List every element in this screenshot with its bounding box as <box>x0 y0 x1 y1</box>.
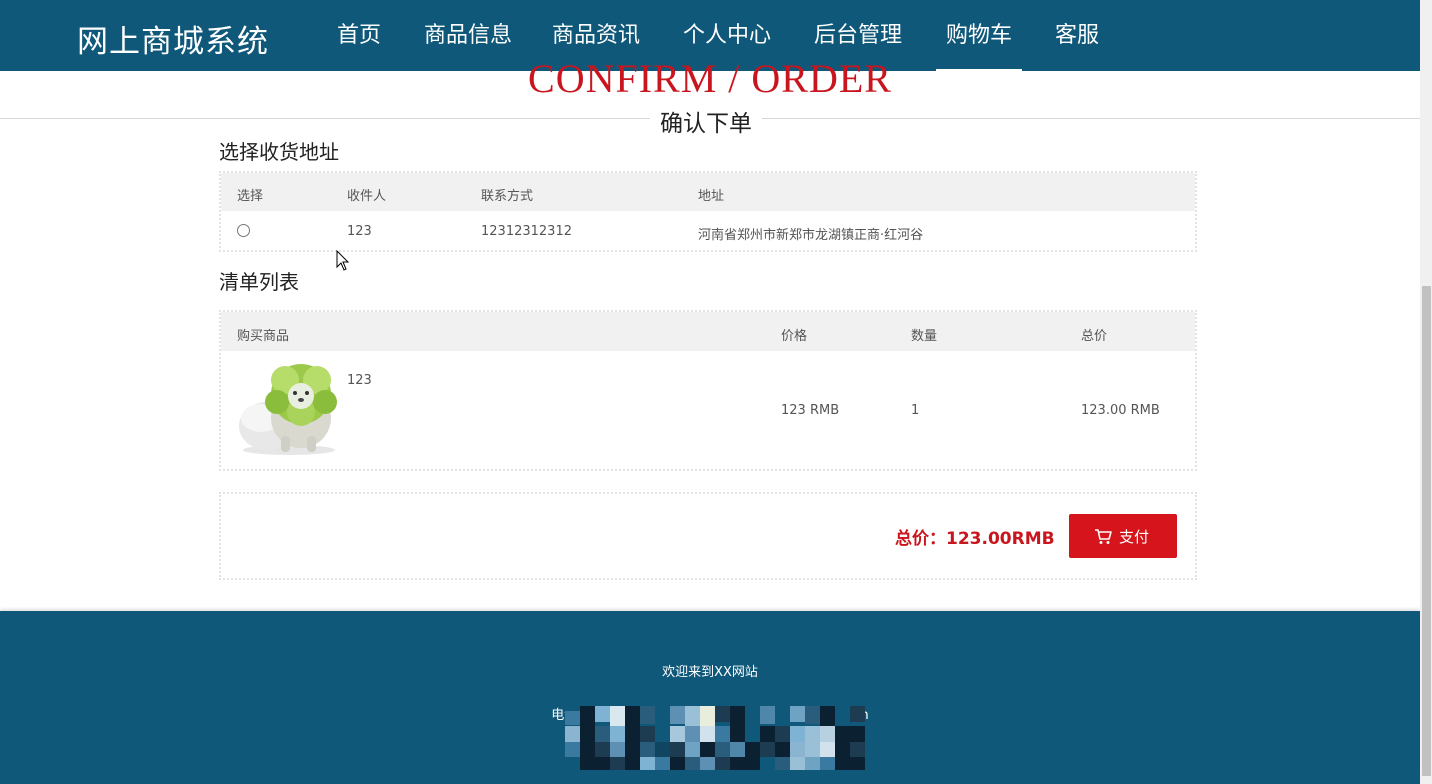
order-list-table: 购买商品 价格 数量 总价 123 123 RMB 1 123.00 RMB <box>219 310 1197 471</box>
checkout-panel: 总价：123.00RMB 支付 <box>219 492 1197 580</box>
mouse-cursor-icon <box>336 250 350 271</box>
col-phone: 联系方式 <box>481 189 534 204</box>
order-table-header: 购买商品 价格 数量 总价 <box>221 312 1195 351</box>
address-table: 选择 收件人 联系方式 地址 123 12312312312 河南省郑州市新郑市… <box>219 171 1197 252</box>
qr-code-image <box>565 706 865 770</box>
recipient-value: 123 <box>347 224 372 239</box>
order-list-section-title: 清单列表 <box>219 270 299 294</box>
cabbage-dog-image[interactable] <box>237 358 339 458</box>
page-title-cn: 确认下单 <box>650 104 762 138</box>
col-price: 价格 <box>781 329 808 344</box>
col-total: 总价 <box>1081 329 1108 344</box>
phone-value: 12312312312 <box>481 224 572 239</box>
product-name[interactable]: 123 <box>347 373 372 388</box>
col-address: 地址 <box>698 189 725 204</box>
product-total: 123.00 RMB <box>1081 403 1160 418</box>
footer-welcome: 欢迎来到XX网站 <box>662 665 758 680</box>
product-price: 123 RMB <box>781 403 840 418</box>
address-radio[interactable] <box>237 224 250 237</box>
product-quantity: 1 <box>911 403 920 418</box>
site-footer: 欢迎来到XX网站 电话：4008000000 | 邮箱：support@21an… <box>0 611 1420 784</box>
pay-button[interactable]: 支付 <box>1069 514 1177 558</box>
col-quantity: 数量 <box>911 329 938 344</box>
col-select: 选择 <box>237 189 264 204</box>
cart-icon <box>1095 529 1112 544</box>
address-section-title: 选择收货地址 <box>219 140 339 164</box>
page-title-en: CONFIRM / ORDER <box>528 56 892 101</box>
address-table-header: 选择 收件人 联系方式 地址 <box>221 173 1195 211</box>
col-product: 购买商品 <box>237 329 290 344</box>
scrollbar-thumb[interactable] <box>1422 286 1431 776</box>
col-recipient: 收件人 <box>347 189 387 204</box>
total-price: 总价：123.00RMB <box>895 529 1055 549</box>
address-value: 河南省郑州市新郑市龙湖镇正商·红河谷 <box>698 228 924 243</box>
pay-button-label: 支付 <box>1119 528 1150 546</box>
